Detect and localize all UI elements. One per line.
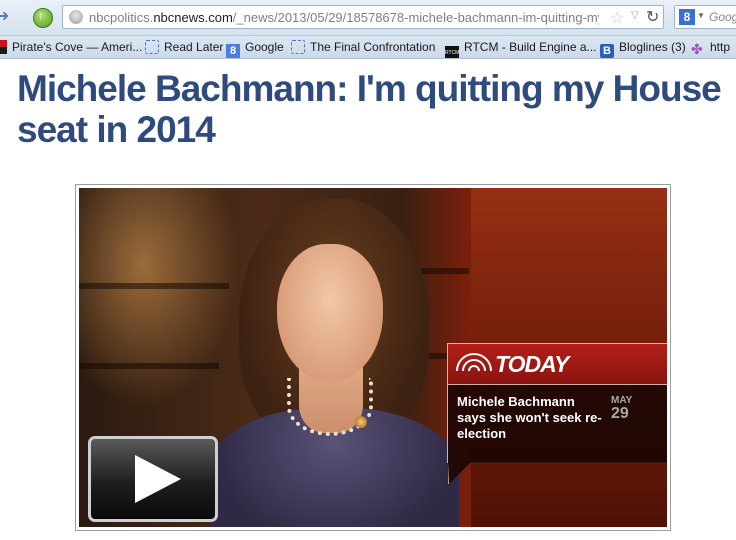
forward-arrow-icon[interactable]: ➜ <box>0 9 14 25</box>
video-thumbnail[interactable]: TODAY Michele Bachmann says she won't se… <box>79 188 667 527</box>
page-title: Michele Bachmann: I'm quitting my House … <box>17 68 722 150</box>
lamp-glow <box>79 188 239 408</box>
bookshelf <box>79 283 229 289</box>
callout-tail <box>448 462 471 484</box>
today-logo-bar: TODAY <box>448 344 667 384</box>
bookmark-star-icon[interactable]: ☆ <box>610 8 624 28</box>
play-button[interactable] <box>88 436 218 522</box>
dashed-box-icon <box>291 40 305 54</box>
bookmark-bloglines[interactable]: B Bloglines (3) <box>600 39 686 58</box>
caption-text: Michele Bachmann says she won't seek re-… <box>457 394 602 441</box>
history-dropdown-icon[interactable]: ▽ <box>631 10 639 21</box>
google-g-icon: 8 <box>226 44 240 58</box>
lower-third-caption: Michele Bachmann says she won't seek re-… <box>448 384 667 463</box>
puzzle-icon: ✤ <box>691 41 703 57</box>
bookmark-google[interactable]: 8 Google <box>226 39 284 58</box>
person-face <box>277 244 383 382</box>
url-text[interactable]: nbcpolitics.nbcnews.com/_news/2013/05/29… <box>89 10 599 25</box>
bookshelf <box>79 363 219 369</box>
today-logo-text: TODAY <box>495 351 569 377</box>
rainbow-logo-icon <box>456 353 492 371</box>
address-bar[interactable]: nbcpolitics.nbcnews.com/_news/2013/05/29… <box>62 5 664 29</box>
dashed-box-icon <box>145 40 159 54</box>
video-player[interactable]: TODAY Michele Bachmann says she won't se… <box>75 184 671 531</box>
search-placeholder[interactable]: Goog <box>709 10 736 24</box>
bookmark-pirates-cove[interactable]: Pirate's Cove — Ameri... <box>0 39 142 55</box>
google-g-icon[interactable]: 8 <box>679 9 695 25</box>
flag-icon <box>0 40 7 54</box>
bookmark-http[interactable]: ✤ http <box>691 39 730 56</box>
chevron-down-icon[interactable]: ▼ <box>697 11 705 20</box>
bookmark-rtcm[interactable]: RTCM RTCM - Build Engine a... <box>445 39 597 58</box>
bookmark-read-later[interactable]: Read Later <box>145 39 223 55</box>
extension-icon[interactable]: ↑ <box>33 8 53 28</box>
globe-icon <box>69 10 83 24</box>
date-day: 29 <box>611 405 629 422</box>
bookmark-final-confrontation[interactable]: The Final Confrontation <box>291 39 435 55</box>
lapel-pin <box>355 416 367 428</box>
rtcm-icon: RTCM <box>445 46 459 58</box>
lower-third-graphic: TODAY Michele Bachmann says she won't se… <box>447 343 667 484</box>
refresh-icon[interactable]: ↻ <box>646 7 659 27</box>
b-icon: B <box>600 44 614 58</box>
search-box[interactable]: 8 ▼ Goog <box>674 5 736 29</box>
play-icon <box>135 455 181 503</box>
browser-toolbar: ➜ ↑ nbcpolitics.nbcnews.com/_news/2013/0… <box>0 0 736 36</box>
bookmarks-bar: Pirate's Cove — Ameri... Read Later 8 Goo… <box>0 36 736 59</box>
